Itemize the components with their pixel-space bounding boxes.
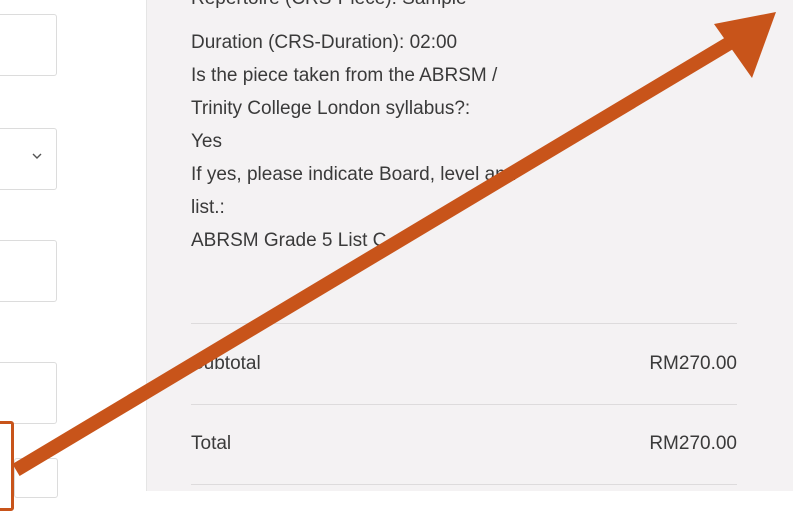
subtotal-label: Subtotal: [191, 353, 261, 374]
form-input-4[interactable]: [14, 458, 58, 498]
subtotal-value: RM270.00: [649, 353, 737, 374]
summary-divider: [191, 404, 737, 405]
summary-line: Duration (CRS-Duration): 02:00: [191, 32, 458, 53]
summary-line: ABRSM Grade 5 List C: [191, 230, 387, 251]
summary-divider: [191, 323, 737, 324]
highlight-box: [0, 421, 14, 511]
total-value: RM270.00: [649, 433, 737, 454]
summary-line: list.:: [191, 197, 225, 218]
summary-line: If yes, please indicate Board, level and: [191, 164, 517, 185]
order-summary-panel: Repertoire (CRS-Piece): Sample Duration …: [147, 0, 793, 491]
total-label: Total: [191, 433, 232, 454]
checkout-form-column: [0, 0, 146, 511]
summary-line: Repertoire (CRS-Piece): Sample: [191, 0, 467, 10]
form-input-3[interactable]: [0, 362, 57, 424]
summary-divider: [191, 484, 737, 485]
summary-line: Trinity College London syllabus?:: [191, 98, 471, 119]
form-input-1[interactable]: [0, 14, 57, 76]
chevron-down-icon: [32, 153, 42, 159]
summary-line: Is the piece taken from the ABRSM /: [191, 65, 498, 86]
form-input-2[interactable]: [0, 240, 57, 302]
form-select[interactable]: [0, 128, 57, 190]
summary-line: Yes: [191, 131, 222, 152]
